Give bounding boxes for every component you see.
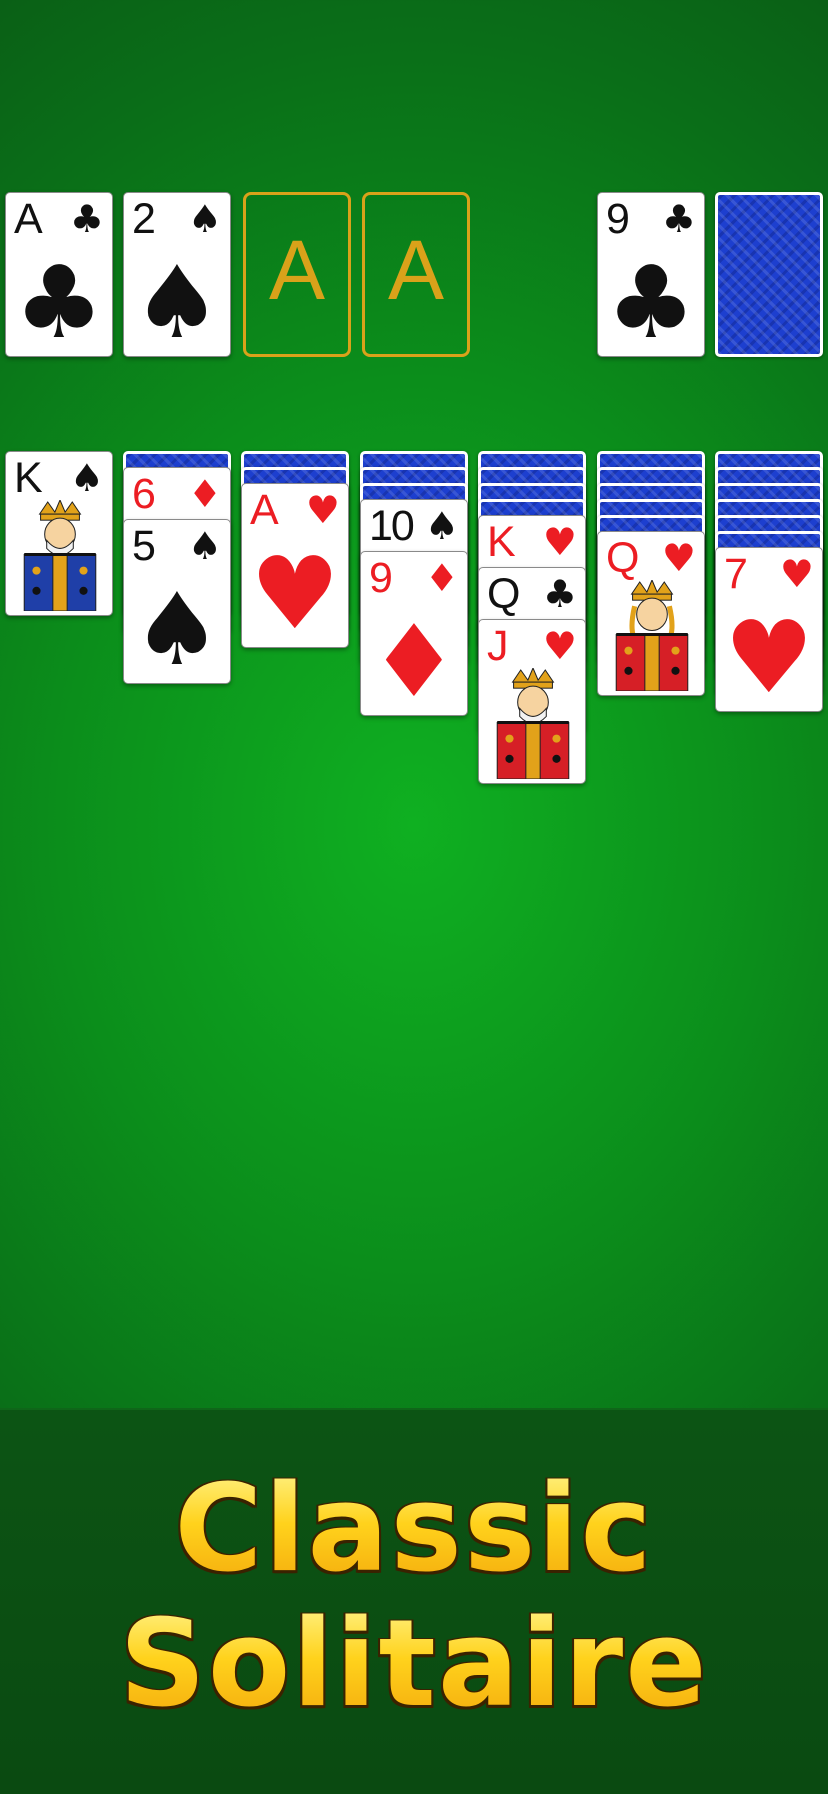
card-rank: 10 [369, 502, 415, 550]
card-suit-icon: ♠ [424, 504, 459, 548]
jack-portrait-icon [487, 668, 579, 779]
card-center-suit-icon: ♦ [369, 603, 459, 716]
card-rank: 9 [369, 554, 393, 602]
foundation-slot-empty[interactable]: A [362, 192, 470, 357]
card-center-suit-icon: ♠ [132, 244, 222, 357]
waste-card[interactable]: 9 ♣ ♣ [597, 192, 705, 357]
card-rank: 6 [132, 470, 156, 518]
card-center-suit-icon: ♣ [606, 244, 696, 357]
card-rank: 9 [606, 195, 630, 243]
card-suit-icon: ♥ [542, 624, 577, 668]
card-suit-icon: ♥ [542, 520, 577, 564]
card-suit-icon: ♦ [424, 556, 459, 600]
foundation-slot-label: A [268, 223, 326, 317]
card-center-suit-icon: ♥ [724, 599, 814, 712]
tableau-card[interactable]: 9 ♦ ♦ [360, 551, 468, 716]
card-suit-icon: ♣ [542, 572, 577, 616]
tableau-card[interactable]: K ♠ [5, 451, 113, 616]
card-rank: Q [487, 570, 520, 618]
card-center-suit-icon: ♠ [132, 571, 222, 684]
tableau-card[interactable]: 5 ♠ ♠ [123, 519, 231, 684]
title-line-classic: Classic [0, 1465, 828, 1595]
tableau-card[interactable]: A ♥ ♥ [241, 483, 349, 648]
stock-pile[interactable] [715, 192, 823, 357]
card-rank: K [487, 518, 516, 566]
queen-portrait-icon [606, 580, 698, 691]
card-center-suit-icon: ♣ [14, 244, 104, 357]
card-suit-icon: ♥ [779, 552, 814, 596]
card-suit-icon: ♣ [661, 197, 696, 241]
card-suit-icon: ♣ [69, 197, 104, 241]
card-rank: J [487, 622, 508, 670]
king-portrait-icon [14, 500, 106, 611]
title-banner: Classic Solitaire [0, 1408, 828, 1794]
game-board: A♣♣2♠♠AA9♣♣ K♠6♦♦5♠♠A♥♥10♠♠9♦♦K♥♥Q♣♣J♥Q♥… [0, 0, 828, 1408]
card-suit-icon: ♥ [305, 488, 340, 532]
card-rank: Q [606, 534, 639, 582]
tableau-card[interactable]: J ♥ [478, 619, 586, 784]
card-suit-icon: ♠ [69, 456, 104, 500]
card-suit-icon: ♠ [187, 197, 222, 241]
foundation-card[interactable]: 2 ♠ ♠ [123, 192, 231, 357]
foundation-slot-label: A [387, 223, 445, 317]
card-rank: A [14, 195, 43, 243]
card-suit-icon: ♦ [187, 472, 222, 516]
card-rank: 7 [724, 550, 748, 598]
card-suit-icon: ♥ [661, 536, 696, 580]
card-center-suit-icon: ♥ [250, 535, 340, 648]
title-line-solitaire: Solitaire [0, 1600, 828, 1730]
card-rank: 5 [132, 522, 156, 570]
tableau-card[interactable]: Q ♥ [597, 531, 705, 696]
card-rank: 2 [132, 195, 156, 243]
card-suit-icon: ♠ [187, 524, 222, 568]
tableau-card[interactable]: 7 ♥ ♥ [715, 547, 823, 712]
foundation-card[interactable]: A ♣ ♣ [5, 192, 113, 357]
card-rank: A [250, 486, 279, 534]
foundation-slot-empty[interactable]: A [243, 192, 351, 357]
card-rank: K [14, 454, 43, 502]
